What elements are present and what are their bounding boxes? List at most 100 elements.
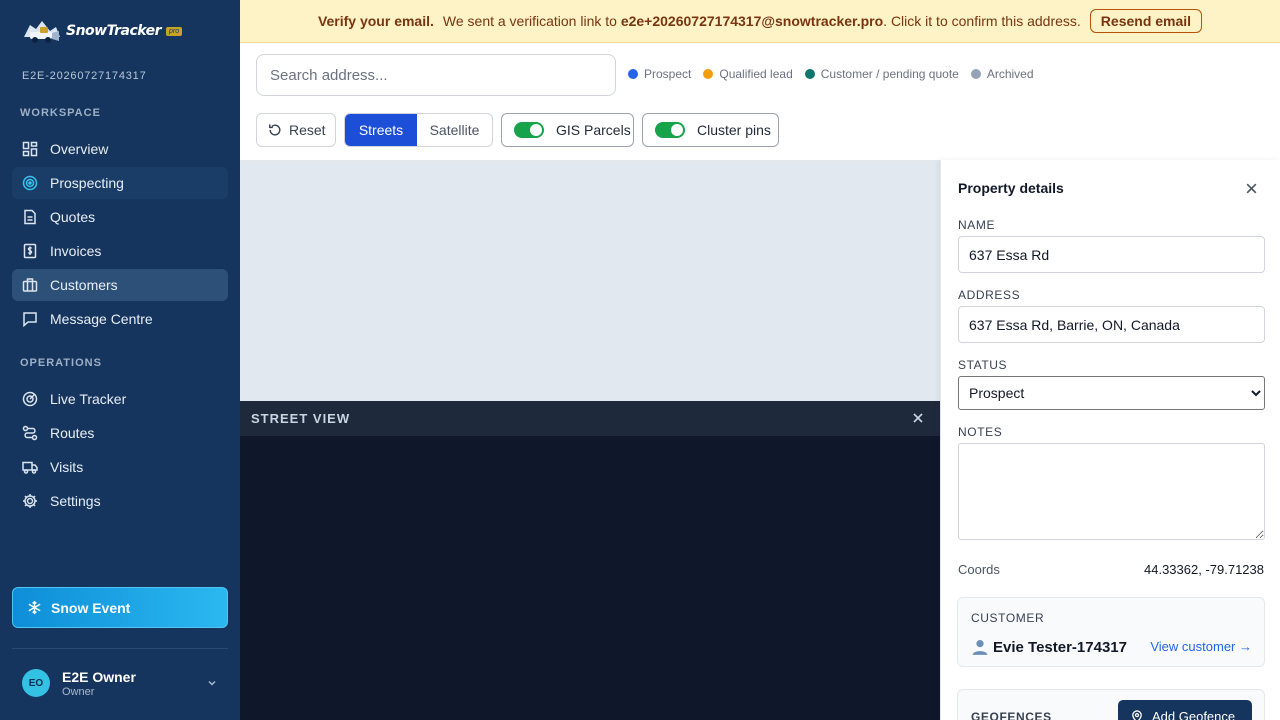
- legend-item-archived: Archived: [970, 67, 1034, 81]
- view-customer-link[interactable]: View customer →: [1150, 639, 1252, 654]
- message-icon: [22, 311, 38, 327]
- map-canvas[interactable]: [240, 160, 940, 401]
- notes-textarea[interactable]: [958, 443, 1265, 540]
- reset-label: Reset: [289, 122, 326, 138]
- snow-event-label: Snow Event: [51, 599, 131, 616]
- coords-label: Coords: [958, 562, 1000, 577]
- toggle-switch-icon: [514, 122, 544, 138]
- organization-name: E2E-20260727174317: [22, 70, 147, 82]
- status-select[interactable]: Prospect: [958, 376, 1265, 410]
- name-label: NAME: [958, 218, 996, 232]
- street-view-header: STREET VIEW: [240, 401, 940, 436]
- resend-email-button[interactable]: Resend email: [1089, 9, 1203, 33]
- sidebar-item-quotes[interactable]: Quotes: [12, 201, 228, 233]
- banner-title: Verify your email.: [317, 13, 434, 29]
- geofences-card: GEOFENCES Add Geofence: [957, 689, 1265, 720]
- name-field[interactable]: [958, 236, 1265, 273]
- banner-message-end: . Click it to confirm this address.: [883, 13, 1081, 29]
- sidebar-item-visits[interactable]: Visits: [12, 451, 228, 483]
- sidebar-item-label: Visits: [50, 459, 84, 475]
- panel-title: Property details: [958, 180, 1064, 196]
- customer-card: CUSTOMER Evie Tester-174317 View custome…: [957, 597, 1265, 667]
- avatar: EO: [22, 669, 50, 697]
- reset-button[interactable]: Reset: [256, 113, 336, 147]
- gis-parcels-label: GIS Parcels: [556, 122, 631, 138]
- close-icon[interactable]: [912, 412, 924, 424]
- gear-icon: [22, 493, 38, 509]
- person-icon: [971, 638, 989, 656]
- add-geofence-button[interactable]: Add Geofence: [1118, 700, 1252, 720]
- chevron-down-icon: [206, 676, 218, 692]
- legend-item-customer: Customer / pending quote: [804, 67, 959, 81]
- snowflake-icon: [27, 600, 42, 615]
- brand-name: SnowTracker: [66, 23, 161, 39]
- sidebar-item-customers[interactable]: Customers: [12, 269, 228, 301]
- prospect-dot-icon: [628, 69, 638, 79]
- legend-item-prospect: Prospect: [628, 67, 691, 81]
- snow-event-button[interactable]: Snow Event: [12, 587, 228, 628]
- route-icon: [22, 425, 38, 441]
- legend-label: Qualified lead: [719, 67, 793, 81]
- target-icon: [22, 175, 38, 191]
- close-icon[interactable]: [1245, 182, 1258, 195]
- reset-icon: [268, 123, 282, 137]
- add-geofence-label: Add Geofence: [1152, 708, 1236, 720]
- sidebar-item-settings[interactable]: Settings: [12, 485, 228, 517]
- document-icon: [22, 209, 38, 225]
- map-pin-icon: [1131, 709, 1143, 720]
- operations-section-label: OPERATIONS: [20, 357, 102, 369]
- customer-label: CUSTOMER: [971, 611, 1045, 625]
- invoice-icon: [22, 243, 38, 259]
- sidebar-item-label: Customers: [50, 277, 118, 293]
- address-field[interactable]: [958, 306, 1265, 343]
- satellite-button[interactable]: Satellite: [417, 114, 492, 146]
- sidebar-item-label: Invoices: [50, 243, 102, 259]
- status-legend: Prospect Qualified lead Customer / pendi…: [628, 67, 1046, 81]
- cluster-pins-label: Cluster pins: [697, 122, 771, 138]
- grid-icon: [22, 141, 38, 157]
- sidebar-item-overview[interactable]: Overview: [12, 133, 228, 165]
- sidebar-item-message-centre[interactable]: Message Centre: [12, 303, 228, 335]
- gis-parcels-toggle[interactable]: GIS Parcels: [501, 113, 634, 147]
- legend-item-qualified-lead: Qualified lead: [703, 67, 793, 81]
- street-view-panel[interactable]: [240, 436, 940, 720]
- sidebar-item-label: Settings: [50, 493, 101, 509]
- streets-button[interactable]: Streets: [345, 114, 417, 146]
- sidebar: SnowTracker pro E2E-20260727174317 WORKSP…: [0, 0, 240, 720]
- snowplow-logo-icon: [22, 17, 62, 45]
- property-details-panel: Property details NAME ADDRESS STATUS Pro…: [940, 160, 1280, 720]
- customer-name-row: Evie Tester-174317: [971, 638, 1127, 656]
- sidebar-item-label: Message Centre: [50, 311, 153, 327]
- sidebar-item-label: Quotes: [50, 209, 96, 225]
- sidebar-item-prospecting[interactable]: Prospecting: [12, 167, 228, 199]
- search-input[interactable]: [256, 54, 616, 96]
- brand-badge: pro: [165, 26, 183, 36]
- sidebar-item-label: Overview: [50, 141, 109, 157]
- sidebar-item-live-tracker[interactable]: Live Tracker: [12, 383, 228, 415]
- briefcase-icon: [22, 277, 38, 293]
- legend-label: Prospect: [644, 67, 692, 81]
- truck-icon: [22, 459, 38, 475]
- archived-dot-icon: [970, 69, 981, 79]
- sidebar-item-label: Prospecting: [50, 175, 124, 191]
- banner-message: We sent a verification link to: [442, 13, 617, 29]
- sidebar-item-label: Routes: [50, 425, 95, 441]
- radar-icon: [22, 391, 38, 407]
- customer-name: Evie Tester-174317: [993, 638, 1127, 656]
- brand-logo[interactable]: SnowTracker pro: [22, 16, 183, 46]
- status-label: STATUS: [958, 358, 1008, 372]
- qualified-lead-dot-icon: [703, 69, 714, 79]
- sidebar-item-routes[interactable]: Routes: [12, 417, 228, 449]
- address-label: ADDRESS: [958, 288, 1021, 302]
- user-role: Owner: [62, 685, 95, 698]
- user-menu[interactable]: EO E2E Owner Owner: [22, 667, 222, 699]
- notes-label: NOTES: [958, 425, 1003, 439]
- cluster-pins-toggle[interactable]: Cluster pins: [642, 113, 779, 147]
- banner-email: e2e+20260727174317@snowtracker.pro: [620, 13, 884, 29]
- workspace-section-label: WORKSPACE: [20, 107, 101, 119]
- legend-label: Customer / pending quote: [820, 67, 959, 81]
- sidebar-divider: [12, 648, 228, 649]
- street-view-title: STREET VIEW: [251, 411, 351, 426]
- customer-dot-icon: [804, 69, 815, 79]
- sidebar-item-invoices[interactable]: Invoices: [12, 235, 228, 267]
